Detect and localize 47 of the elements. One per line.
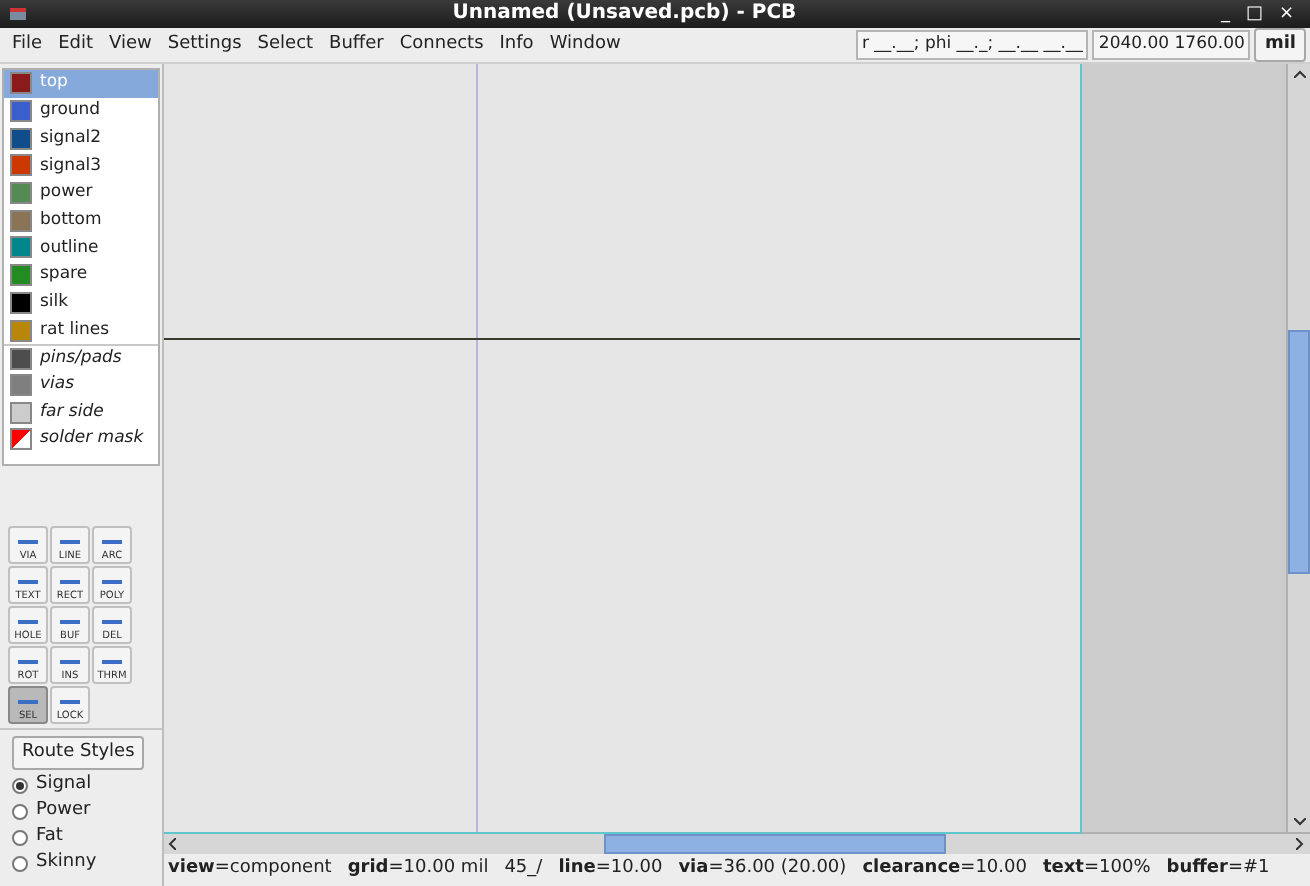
maximize-button[interactable]: □ [1245,5,1263,23]
layer-item[interactable]: bottom [4,206,158,235]
layer-item[interactable]: power [4,179,158,207]
menu-item[interactable]: Buffer [329,31,384,59]
route-styles-button[interactable]: Route Styles [12,736,145,770]
status-text: buffer=#1 [1166,856,1270,883]
layer-item[interactable]: pins/pads [4,343,158,372]
minimize-button[interactable]: _ [1220,5,1230,23]
layer-item[interactable]: solder mask [4,425,158,454]
menu-item[interactable]: Settings [167,31,242,59]
status-text: 45_/ [504,856,543,883]
position-field: 2040.00 1760.00 [1092,30,1251,60]
layer-item[interactable]: vias [4,371,158,399]
status-text: grid=10.00 mil [347,856,489,883]
menu-item[interactable]: Connects [399,31,484,59]
menu-item[interactable]: Info [499,31,534,59]
menu-item[interactable]: File [12,31,43,59]
layer-item[interactable]: signal3 [4,152,158,180]
layer-item[interactable]: ground [4,97,158,125]
status-text: via=36.00 (20.00) [678,856,847,883]
app-icon [8,6,28,22]
scrollbar-thumb[interactable] [604,834,946,854]
layer-item[interactable]: signal2 [4,124,158,153]
layer-item[interactable]: outline [4,234,158,262]
route-style-radio[interactable]: Skinny [12,850,150,876]
layer-item[interactable]: silk [4,289,158,317]
menu-item[interactable]: View [109,31,152,59]
menu-item[interactable]: Edit [58,31,93,59]
menu-item[interactable]: Select [257,31,314,59]
status-text: view=component [168,856,332,883]
scrollbar-thumb[interactable] [1288,330,1310,574]
route-style-radio[interactable]: Power [12,798,150,824]
vertical-scrollbar[interactable] [1286,64,1310,832]
status-text: text=100% [1042,856,1151,883]
route-style-radio[interactable]: Fat [12,824,150,850]
window-title: Unnamed (Unsaved.pcb) - PCB [452,4,797,24]
polar-coordinates-field: r __.__; phi __._; __.__ __.__ [855,30,1089,60]
menu-item[interactable]: Window [549,31,621,59]
status-text: line=10.00 [558,856,663,883]
layer-item[interactable]: spare [4,261,158,289]
unit-button[interactable]: mil [1254,28,1306,62]
close-button[interactable]: × [1278,5,1294,23]
layer-item[interactable]: rat lines [4,316,158,344]
horizontal-scrollbar[interactable] [164,832,1310,854]
layer-item[interactable]: far side [4,398,158,426]
status-text: clearance=10.00 [862,856,1027,883]
route-style-radio[interactable]: Signal [12,772,150,798]
